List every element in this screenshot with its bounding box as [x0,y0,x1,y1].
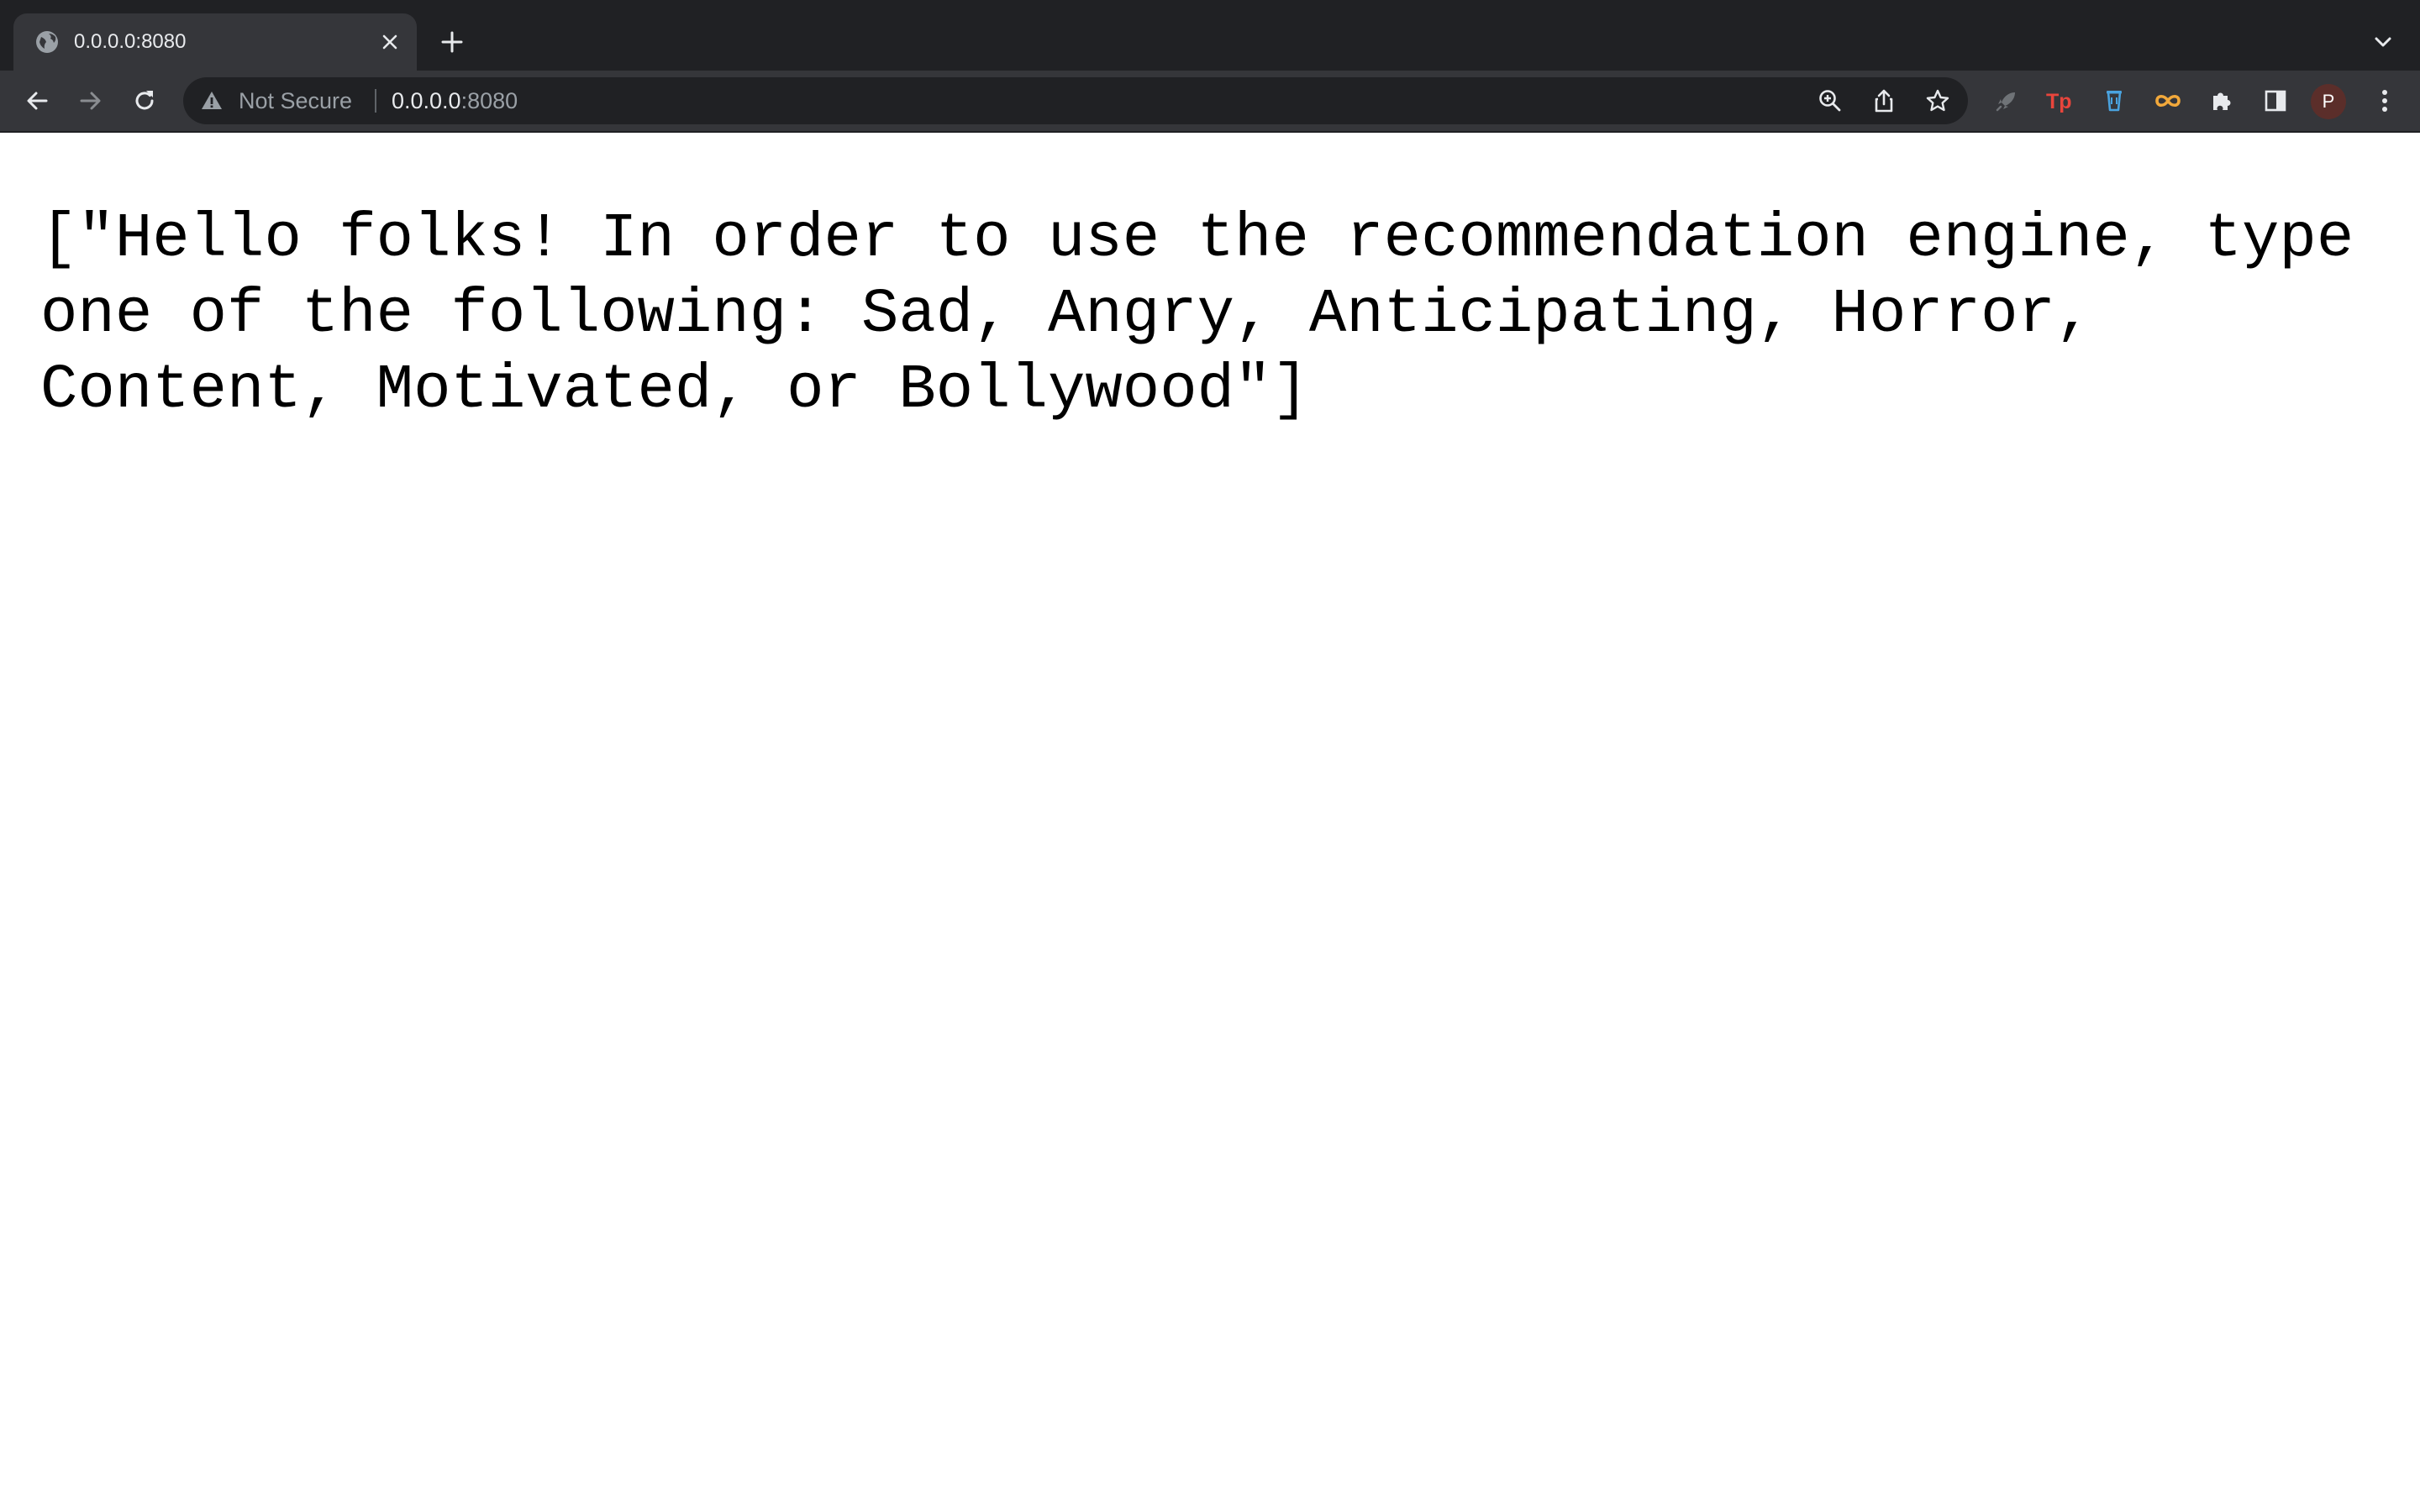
kebab-menu-icon[interactable] [2365,81,2405,121]
star-icon[interactable] [1921,84,1954,118]
url-port: :8080 [460,88,518,113]
share-icon[interactable] [1867,84,1901,118]
zoom-icon[interactable] [1813,84,1847,118]
address-separator [375,89,376,113]
infinity-extension-icon[interactable] [2148,81,2188,121]
forward-arrow-icon[interactable] [71,81,111,121]
browser-tab[interactable]: 0.0.0.0:8080 [13,13,417,71]
puzzle-extensions-icon[interactable] [2202,81,2242,121]
url-text[interactable]: 0.0.0.0:8080 [392,87,518,114]
tab-strip: 0.0.0.0:8080 [0,0,2420,71]
toolbar-divider [0,131,2420,133]
plus-icon[interactable] [435,25,469,59]
rocket-extension-icon[interactable] [1986,81,2027,121]
url-host: 0.0.0.0 [392,88,461,113]
side-panel-icon[interactable] [2255,81,2296,121]
avatar[interactable]: P [2311,84,2346,119]
json-response-text: ["Hello folks! In order to use the recom… [40,204,2391,426]
address-bar[interactable]: Not Secure 0.0.0.0:8080 [183,77,1968,124]
security-status-label[interactable]: Not Secure [239,87,352,114]
back-arrow-icon[interactable] [17,81,57,121]
tab-title: 0.0.0.0:8080 [74,30,187,53]
warning-triangle-icon[interactable] [200,89,224,113]
cup-extension-icon[interactable] [2094,81,2134,121]
tp-extension-icon[interactable]: Tp [2040,81,2081,121]
browser-toolbar: Not Secure 0.0.0.0:8080 Tp P [0,71,2420,131]
close-icon[interactable] [376,29,403,55]
chevron-down-icon[interactable] [2366,25,2400,59]
reload-icon[interactable] [124,81,165,121]
svg-text:Tp: Tp [2046,90,2072,113]
globe-icon [34,29,60,55]
